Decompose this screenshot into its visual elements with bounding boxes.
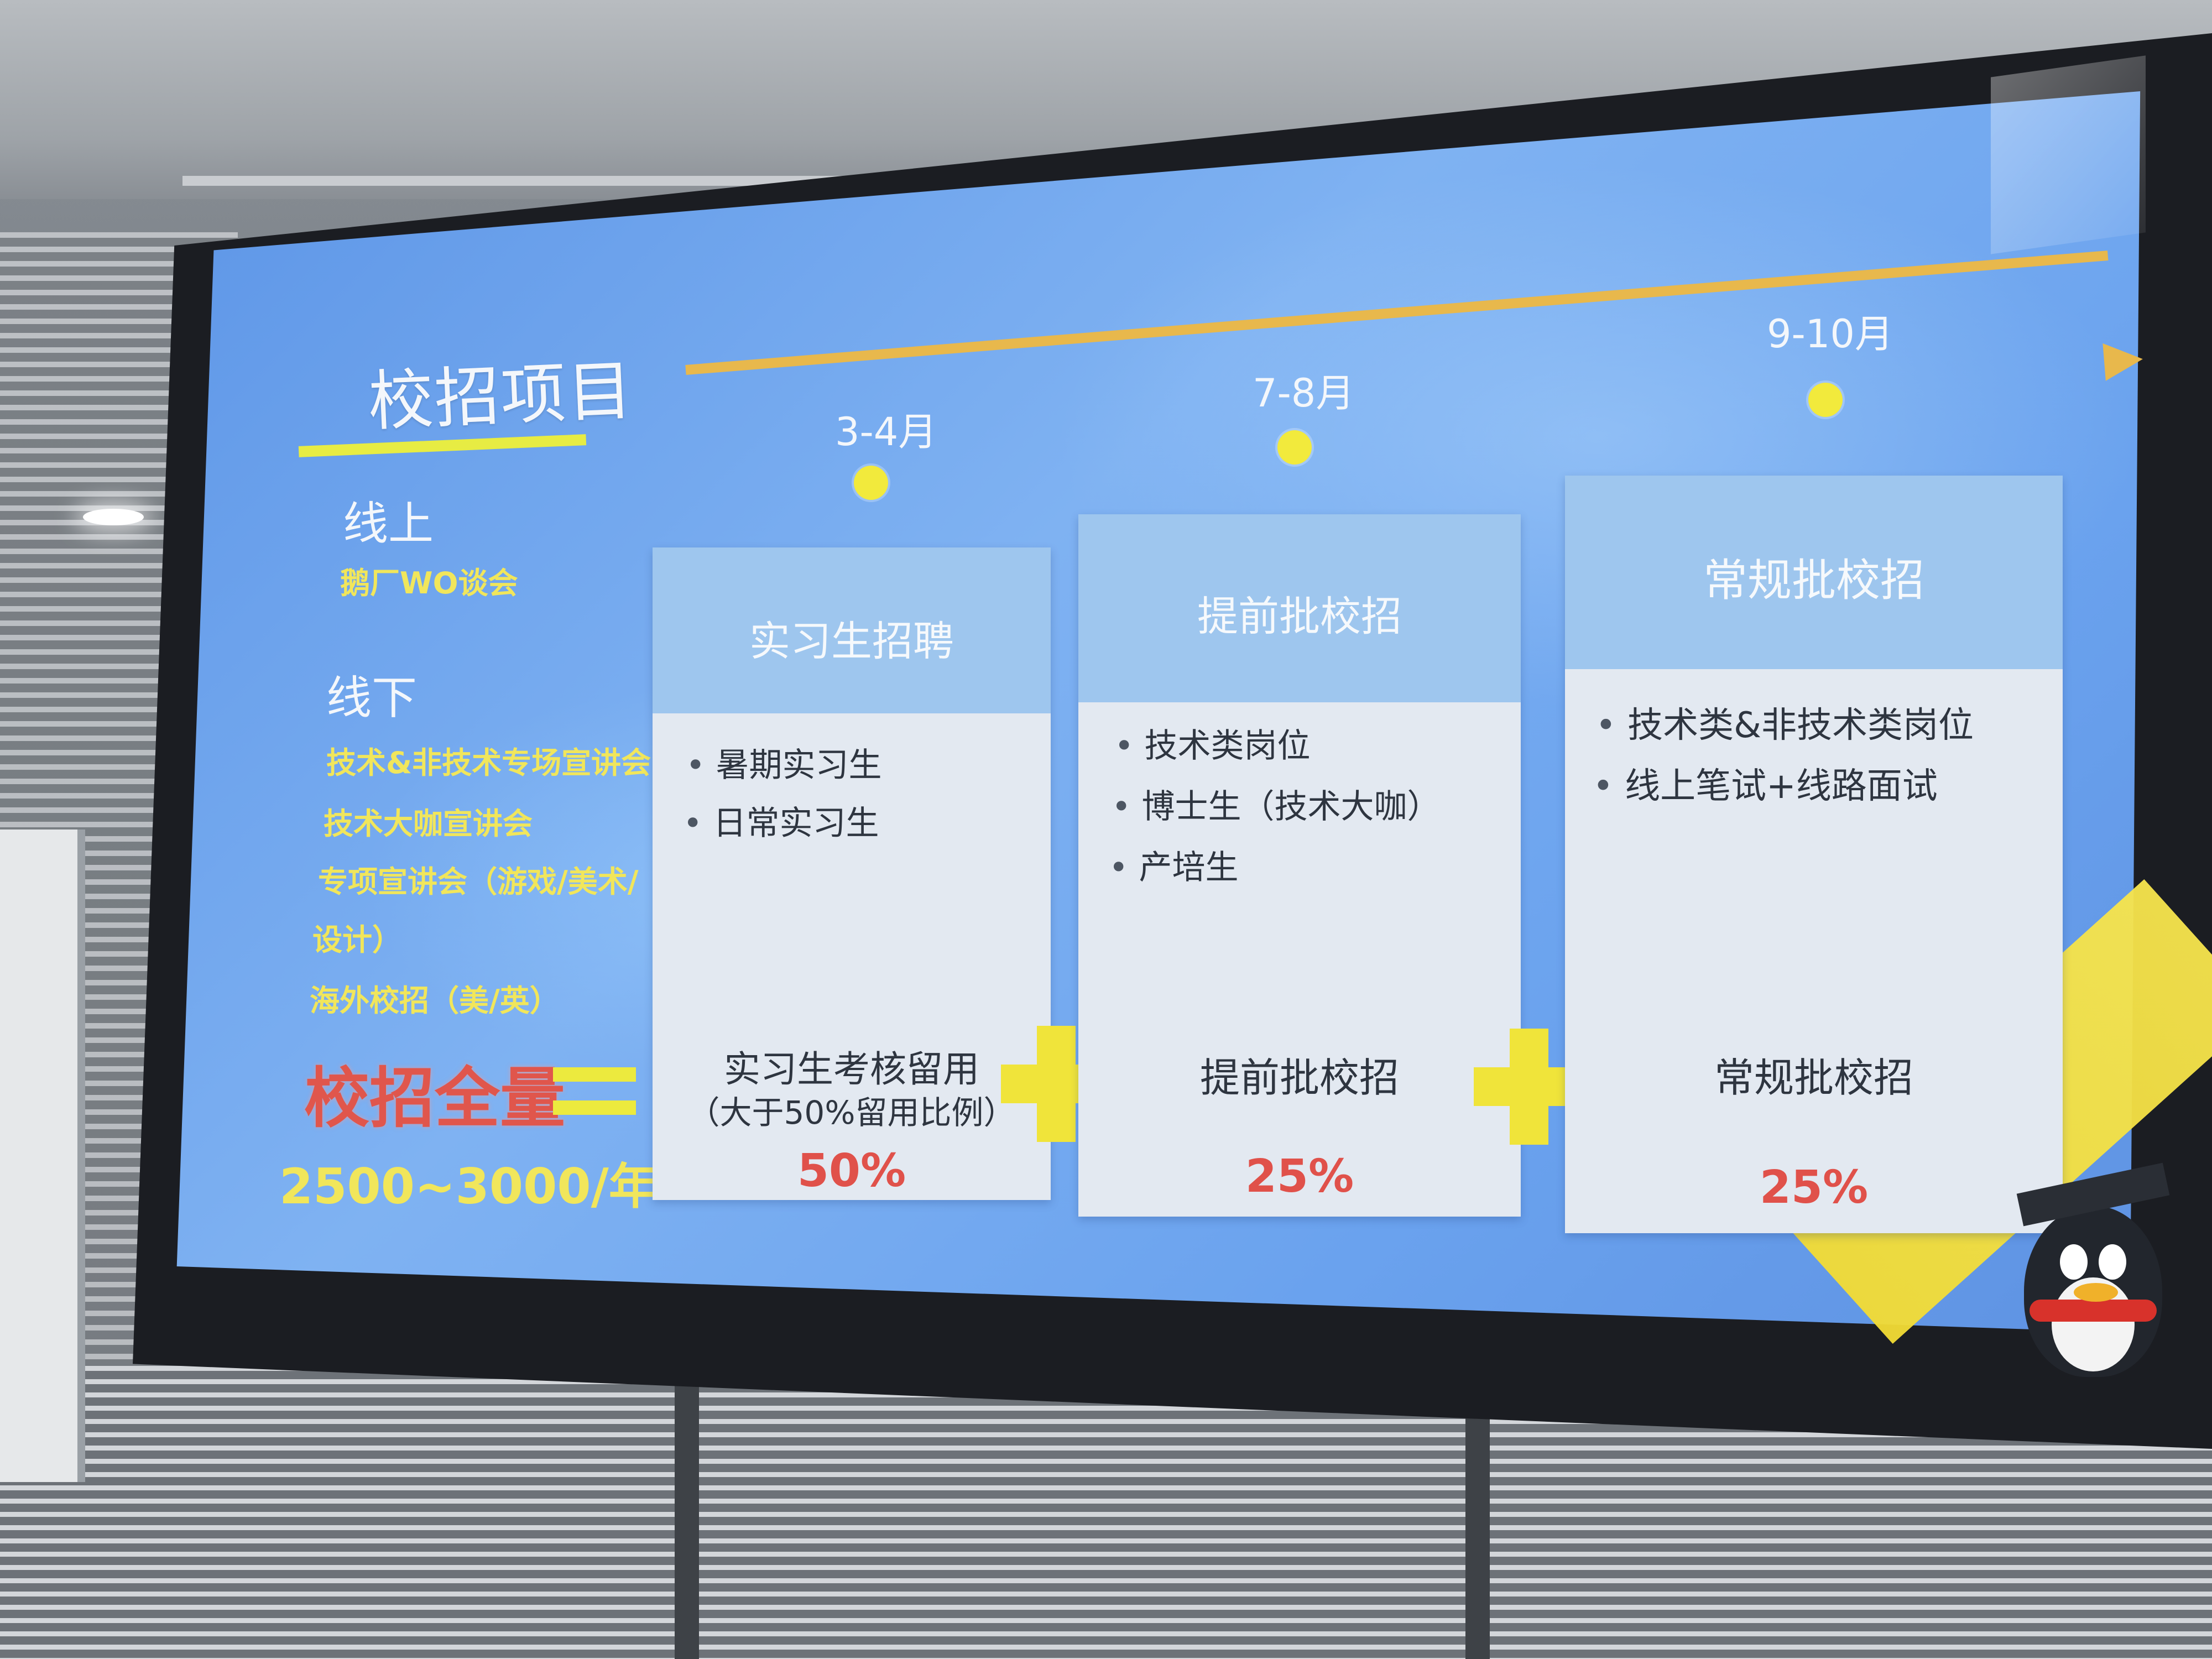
penguin-scarf [2030, 1300, 2157, 1322]
offline-heading: 线下 [326, 672, 418, 724]
total-value: 2500~3000/年 [279, 1158, 658, 1215]
penguin-mascot-icon [2013, 1162, 2173, 1383]
card-regular-batch: 常规批校招 技术类&非技术类岗位 线上笔试+线路面试 常规批校招 25% [1565, 476, 2063, 1233]
card-percent: 50% [797, 1145, 906, 1197]
slide-title: 校招项目 [366, 352, 635, 440]
card-percent: 25% [1759, 1161, 1869, 1214]
plus-bar [1510, 1029, 1548, 1145]
penguin-eye [2099, 1244, 2126, 1280]
timeline-date: 7-8月 [1253, 371, 1355, 416]
offline-item: 专项宣讲会（游戏/美术/ [318, 864, 639, 899]
timeline-arrow-icon [2103, 340, 2145, 381]
card-title: 实习生招聘 [749, 618, 954, 665]
card-title: 提前批校招 [1197, 593, 1402, 640]
timeline-dot [854, 466, 888, 500]
card-bullet: 日常实习生 [683, 796, 879, 844]
card-bullet: 产培生 [1109, 841, 1238, 889]
online-heading: 线上 [343, 498, 434, 550]
penguin-eye [2060, 1244, 2088, 1280]
card-note: （大于50%留用比例） [687, 1094, 1016, 1131]
offline-item: 技术大咖宣讲会 [324, 806, 533, 841]
online-item: 鹅厂WO谈会 [340, 566, 518, 601]
plus-bar [1037, 1026, 1076, 1142]
card-bullet: 线上笔试+线路面试 [1593, 758, 1938, 808]
card-bullet: 技术类&非技术类岗位 [1595, 697, 1974, 748]
equals-icon [553, 1067, 636, 1082]
card-footer: 常规批校招 [1714, 1055, 1913, 1101]
total-label: 校招全量 [304, 1060, 566, 1136]
card-title: 常规批校招 [1703, 555, 1924, 606]
card-bullet: 暑期实习生 [686, 738, 881, 786]
decorative-squares [1991, 55, 2146, 254]
card-internship: 实习生招聘 暑期实习生 日常实习生 实习生考核留用 （大于50%留用比例） 50… [653, 547, 1051, 1200]
offline-item: 技术&非技术专场宣讲会 [326, 745, 651, 780]
timeline-date: 9-10月 [1767, 311, 1893, 357]
offline-item: 海外校招（美/英） [310, 983, 560, 1018]
card-bullet: 博士生（技术大咖） [1112, 780, 1440, 828]
window-mullion [675, 1366, 699, 1659]
timeline-dot [1808, 383, 1843, 417]
card-footer: 提前批校招 [1199, 1055, 1399, 1101]
card-footer: 实习生考核留用 [724, 1048, 979, 1091]
whiteboard [0, 830, 85, 1482]
timeline-dot [1277, 430, 1312, 465]
equals-icon [553, 1100, 636, 1115]
ceiling-light [83, 509, 144, 525]
timeline-date: 3-4月 [835, 409, 937, 455]
card-bullet: 技术类岗位 [1114, 719, 1310, 767]
offline-item: 设计） [312, 922, 402, 957]
penguin-beak [2074, 1283, 2118, 1302]
card-early-batch: 提前批校招 技术类岗位 博士生（技术大咖） 产培生 提前批校招 25% [1078, 514, 1521, 1217]
card-percent: 25% [1245, 1150, 1354, 1203]
